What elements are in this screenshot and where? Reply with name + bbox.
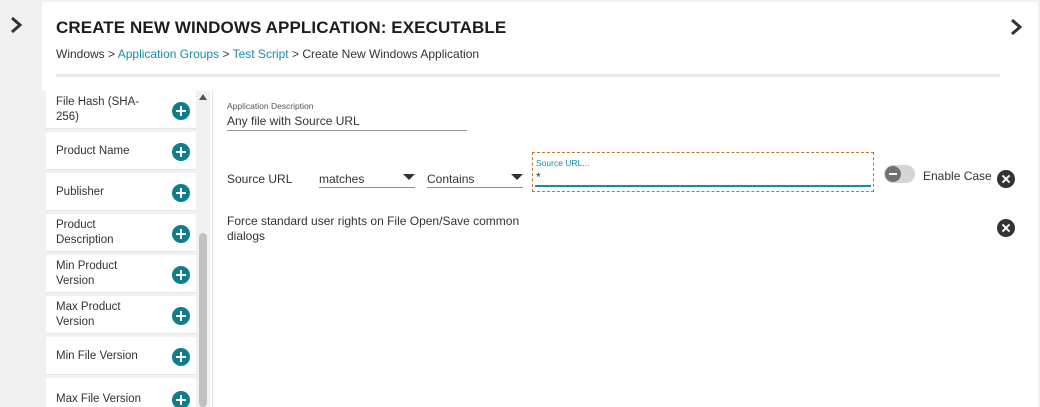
source-url-input-caption: Source URL... xyxy=(536,158,590,168)
breadcrumb-item-windows: Windows xyxy=(56,47,105,61)
attribute-item-product-name[interactable]: Product Name xyxy=(46,132,196,170)
minus-circle-icon xyxy=(885,166,901,182)
attribute-item-label: Min File Version xyxy=(56,350,138,362)
attribute-item-file-hash[interactable]: File Hash (SHA-256) xyxy=(46,91,196,129)
attribute-item-label: Product Description xyxy=(56,219,114,246)
remove-rule-icon[interactable] xyxy=(997,219,1015,237)
attribute-item-max-product-version[interactable]: Max Product Version xyxy=(46,296,196,334)
remove-condition-icon[interactable] xyxy=(997,170,1015,188)
plus-circle-icon[interactable] xyxy=(172,266,190,284)
main-panel: CREATE NEW WINDOWS APPLICATION: EXECUTAB… xyxy=(42,2,1038,407)
page-title: CREATE NEW WINDOWS APPLICATION: EXECUTAB… xyxy=(56,18,507,37)
operator-select-value: matches xyxy=(319,172,365,186)
match-type-select-value: Contains xyxy=(427,172,475,186)
caret-down-icon xyxy=(511,174,523,180)
breadcrumb-link-application-groups[interactable]: Application Groups xyxy=(118,47,219,61)
scroll-up-arrow-icon[interactable] xyxy=(199,94,207,100)
attribute-item-min-file-version[interactable]: Min File Version xyxy=(46,337,196,375)
plus-circle-icon[interactable] xyxy=(172,307,190,325)
enable-case-label: Enable Case xyxy=(923,169,992,183)
scrollbar-thumb[interactable] xyxy=(199,233,207,407)
attribute-item-label: Max File Version xyxy=(56,393,142,405)
attribute-list-scrollbar[interactable] xyxy=(198,91,208,407)
attribute-list: File Hash (SHA-256) Product Name Publish… xyxy=(42,91,210,407)
attribute-item-product-description[interactable]: Product Description xyxy=(46,214,196,252)
force-user-rights-text: Force standard user rights on File Open/… xyxy=(227,214,520,243)
match-type-select[interactable]: Contains xyxy=(427,168,523,188)
plus-circle-icon[interactable] xyxy=(172,348,190,366)
chevron-right-icon[interactable] xyxy=(8,14,24,36)
panel-separator xyxy=(212,91,213,407)
attribute-item-label: Min Product Version xyxy=(56,260,118,287)
plus-circle-icon[interactable] xyxy=(172,391,190,407)
left-rail xyxy=(0,0,34,407)
breadcrumb-link-test-script[interactable]: Test Script xyxy=(233,47,289,61)
breadcrumb-item-current: Create New Windows Application xyxy=(302,47,480,61)
plus-circle-icon[interactable] xyxy=(172,143,190,161)
breadcrumb: Windows > Application Groups > Test Scri… xyxy=(56,47,480,61)
attribute-item-publisher[interactable]: Publisher xyxy=(46,173,196,211)
caret-down-icon xyxy=(403,174,415,180)
chevron-right-icon[interactable] xyxy=(1008,16,1024,38)
enable-case-toggle[interactable] xyxy=(884,165,915,183)
source-url-input[interactable] xyxy=(535,168,871,187)
plus-circle-icon[interactable] xyxy=(172,184,190,202)
attribute-item-max-file-version[interactable]: Max File Version xyxy=(46,378,196,407)
plus-circle-icon[interactable] xyxy=(172,102,190,120)
source-url-field-container: Source URL... xyxy=(532,152,874,192)
attribute-item-label: Publisher xyxy=(56,186,104,198)
application-description-caption: Application Description xyxy=(227,101,314,111)
attribute-item-min-product-version[interactable]: Min Product Version xyxy=(46,255,196,293)
application-description-field[interactable]: Any file with Source URL xyxy=(227,114,467,131)
attribute-item-label: Max Product Version xyxy=(56,301,121,328)
source-url-label: Source URL xyxy=(227,172,293,186)
attribute-item-label: File Hash (SHA-256) xyxy=(56,96,140,123)
plus-circle-icon[interactable] xyxy=(172,225,190,243)
operator-select[interactable]: matches xyxy=(319,168,415,188)
attribute-item-label: Product Name xyxy=(56,145,130,157)
header-divider xyxy=(56,74,1000,77)
